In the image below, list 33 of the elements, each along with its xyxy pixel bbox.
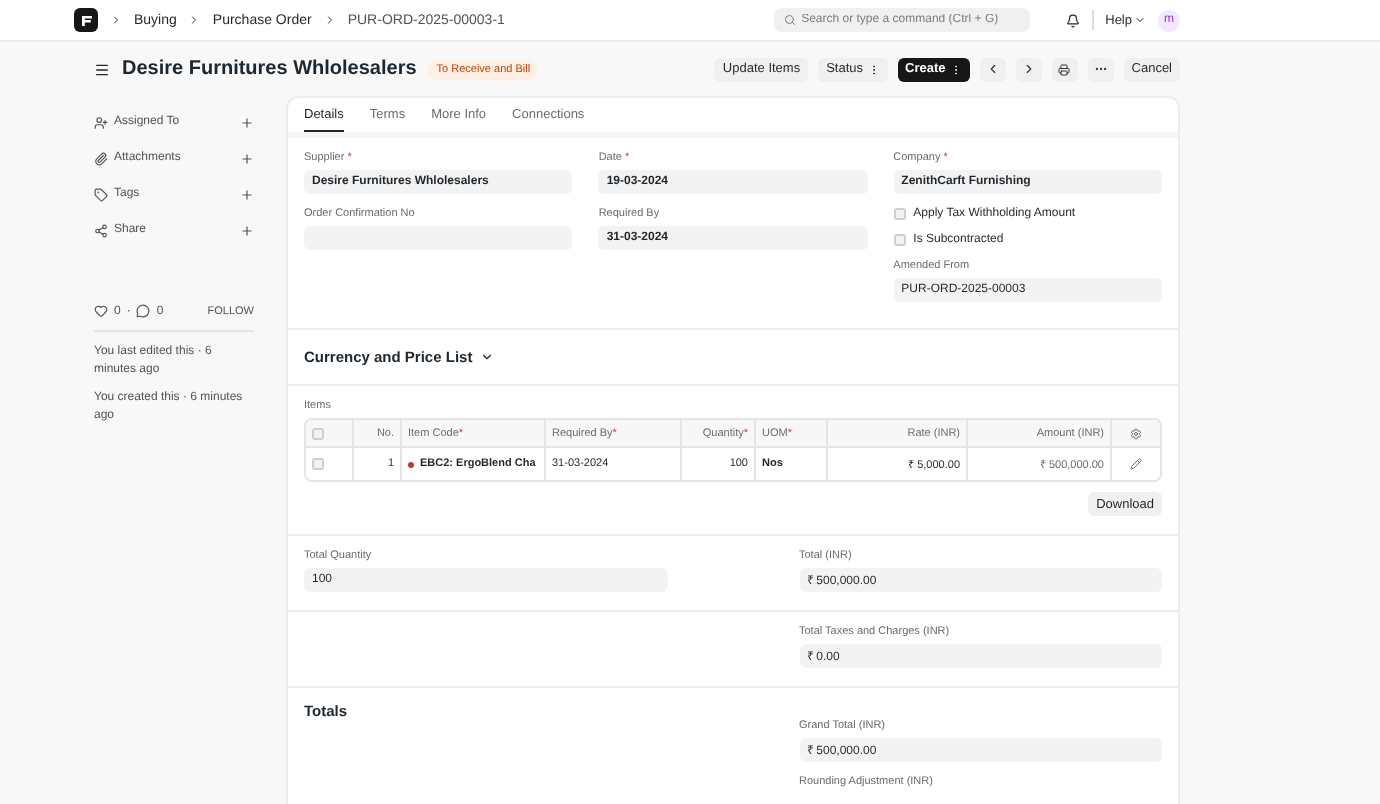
heart-icon[interactable]	[94, 304, 108, 318]
tag-icon	[94, 187, 108, 201]
checkbox[interactable]	[312, 427, 324, 439]
search-icon	[783, 14, 796, 26]
plus-icon[interactable]	[240, 151, 254, 165]
app-logo[interactable]	[74, 8, 98, 32]
previous-button[interactable]	[979, 57, 1006, 81]
bell-icon[interactable]	[1065, 13, 1080, 27]
chevron-right-icon	[323, 14, 336, 26]
checkbox[interactable]	[893, 208, 906, 220]
comment-icon[interactable]	[136, 304, 151, 318]
next-button[interactable]	[1015, 57, 1042, 81]
share-icon	[94, 223, 108, 237]
menu-icon[interactable]	[94, 61, 110, 77]
chevron-left-icon	[985, 62, 1000, 76]
plus-icon[interactable]	[240, 223, 254, 237]
plus-icon[interactable]	[240, 115, 254, 129]
chevron-down-icon	[480, 350, 495, 364]
chevron-right-icon	[188, 14, 201, 26]
paperclip-icon	[94, 151, 108, 165]
printer-icon	[1058, 63, 1071, 75]
chevron-down-icon	[1134, 14, 1146, 26]
print-button[interactable]	[1051, 57, 1078, 81]
edit-icon[interactable]	[1130, 458, 1142, 470]
page-title: Desire Furnitures Whlolesalers	[122, 58, 417, 80]
assign-icon	[94, 115, 108, 129]
checkbox[interactable]	[893, 234, 906, 246]
checkbox[interactable]	[312, 458, 324, 470]
chevron-right-icon	[1021, 62, 1036, 76]
chevron-right-icon	[110, 14, 122, 26]
settings-icon[interactable]	[1130, 427, 1142, 439]
more-icon	[1093, 62, 1108, 76]
plus-icon[interactable]	[240, 187, 254, 201]
